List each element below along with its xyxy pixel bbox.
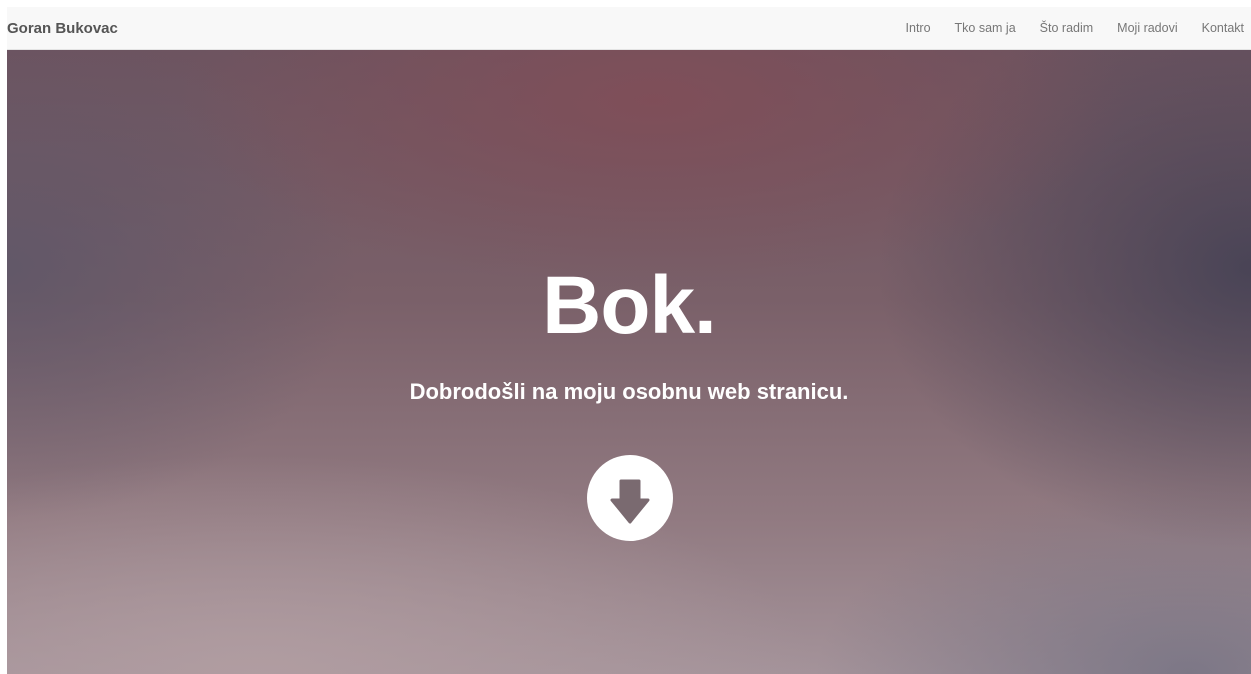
- nav-item-kontakt[interactable]: Kontakt: [1190, 7, 1244, 50]
- nav-item-tko-sam-ja[interactable]: Tko sam ja: [943, 7, 1028, 50]
- nav-item-moji-radovi[interactable]: Moji radovi: [1105, 7, 1189, 50]
- hero-section: Bok. Dobrodošli na moju osobnu web stran…: [7, 50, 1251, 674]
- arrow-down-icon: [610, 479, 650, 524]
- page: Goran Bukovac Intro Tko sam ja Što radim…: [7, 7, 1251, 674]
- hero-title: Bok.: [542, 260, 717, 351]
- scroll-down-button[interactable]: [587, 455, 673, 541]
- hero-subtitle: Dobrodošli na moju osobnu web stranicu.: [409, 379, 849, 404]
- nav-item-intro[interactable]: Intro: [894, 7, 943, 50]
- brand-link[interactable]: Goran Bukovac: [7, 7, 118, 50]
- nav-item-sto-radim[interactable]: Što radim: [1028, 7, 1106, 50]
- nav-menu: Intro Tko sam ja Što radim Moji radovi K…: [894, 7, 1244, 50]
- top-navbar: Goran Bukovac Intro Tko sam ja Što radim…: [7, 7, 1251, 50]
